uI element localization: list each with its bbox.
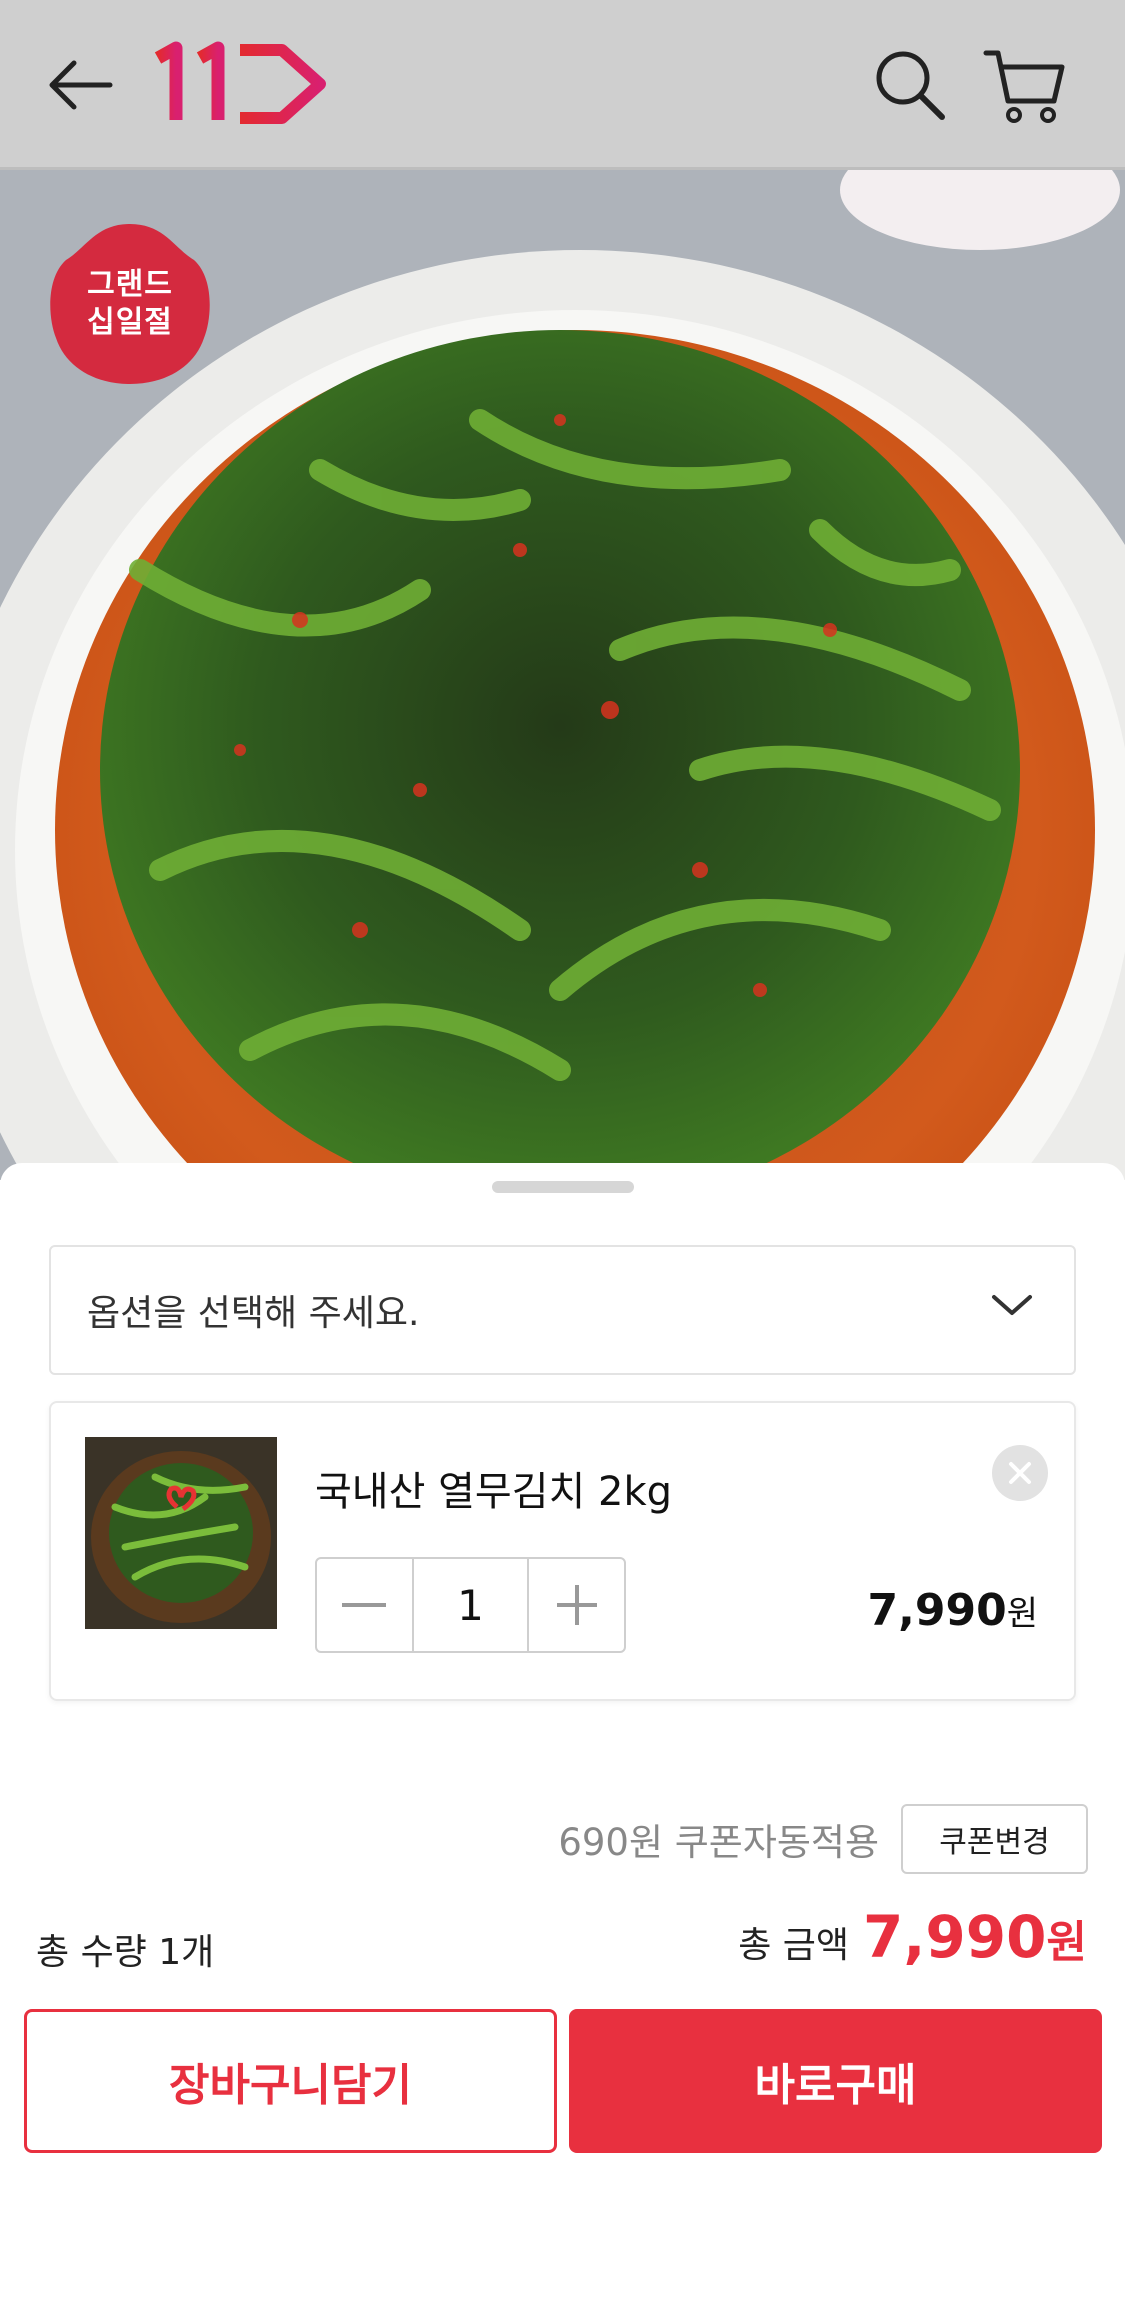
item-price-currency: 원 [1006, 1594, 1038, 1634]
sheet-drag-handle[interactable] [492, 1181, 634, 1193]
back-button[interactable] [30, 40, 130, 130]
option-select[interactable]: 옵션을 선택해 주세요. [49, 1245, 1076, 1375]
quantity-stepper: 1 [315, 1557, 626, 1653]
total-amount: 총 금액 7,990 원 [738, 1903, 1087, 1971]
11st-logo-icon[interactable] [150, 38, 330, 130]
top-app-bar [0, 0, 1125, 170]
thumbnail-image [85, 1437, 277, 1629]
arrow-left-icon [49, 60, 113, 110]
coupon-change-button[interactable]: 쿠폰변경 [901, 1804, 1088, 1874]
total-quantity: 총 수량 1개 [36, 1932, 215, 1973]
badge-line2: 십일절 [87, 305, 173, 340]
plus-icon [556, 1585, 597, 1625]
option-bottom-sheet: 옵션을 선택해 주세요. 국내산 열무김치 2kg 1 7,990원 690원 … [0, 1163, 1125, 2304]
buy-now-button[interactable]: 바로구매 [569, 2009, 1102, 2153]
badge-line1: 그랜드 [87, 267, 173, 302]
selected-item-card: 국내산 열무김치 2kg 1 7,990원 [49, 1401, 1076, 1701]
decrease-button[interactable] [317, 1559, 412, 1651]
search-button[interactable] [860, 40, 960, 130]
grand-11day-badge: 그랜드 십일절 [44, 218, 216, 390]
cart-button[interactable] [970, 40, 1080, 130]
item-name: 국내산 열무김치 2kg [315, 1469, 673, 1515]
chevron-down-icon [992, 1295, 1032, 1315]
total-amount-label: 총 금액 [738, 1925, 850, 1966]
close-icon [1009, 1462, 1031, 1484]
item-price-value: 7,990 [867, 1585, 1007, 1636]
coupon-row: 690원 쿠폰자동적용 쿠폰변경 [558, 1804, 1088, 1874]
increase-button[interactable] [529, 1559, 624, 1651]
total-amount-currency: 원 [1046, 1917, 1087, 1968]
add-to-cart-button[interactable]: 장바구니담기 [24, 2009, 557, 2153]
search-icon [876, 51, 945, 120]
item-price: 7,990원 [868, 1585, 1038, 1636]
total-amount-value: 7,990 [863, 1903, 1047, 1971]
remove-item-button[interactable] [992, 1445, 1048, 1501]
cart-icon [983, 50, 1065, 123]
product-image: 그랜드 십일절 [0, 170, 1125, 1180]
minus-icon [342, 1603, 387, 1607]
coupon-applied-text: 690원 쿠폰자동적용 [558, 1821, 879, 1864]
item-thumbnail [85, 1437, 277, 1629]
quantity-value[interactable]: 1 [411, 1559, 530, 1651]
option-placeholder: 옵션을 선택해 주세요. [87, 1293, 420, 1334]
